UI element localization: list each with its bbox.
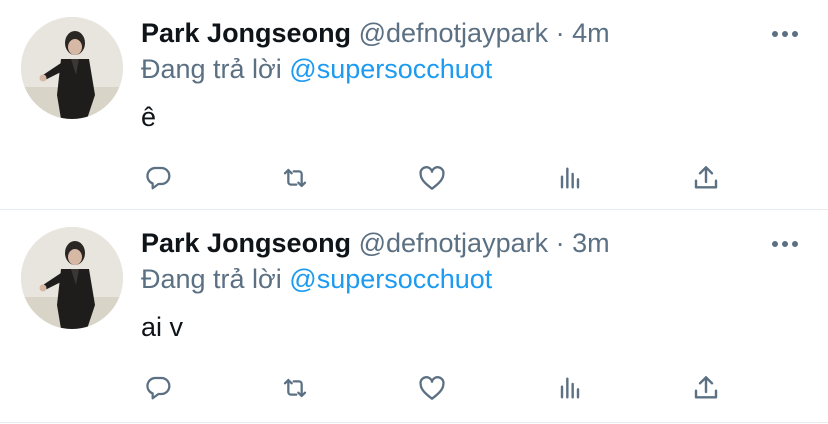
retweet-button[interactable]: [277, 160, 313, 196]
replying-to-line: Đang trả lời @supersocchuot: [141, 52, 492, 86]
more-horizontal-icon[interactable]: [772, 31, 798, 37]
tweet-text: ê: [141, 102, 157, 132]
analytics-bars-icon: [560, 167, 580, 189]
share-button[interactable]: [688, 370, 724, 406]
avatar-photo: [21, 227, 123, 329]
replying-label: Đang trả lời: [141, 54, 282, 84]
heart-icon: [419, 166, 445, 190]
avatar-photo: [21, 17, 123, 119]
replying-label: Đang trả lời: [141, 264, 282, 294]
tweet-actions: [0, 160, 828, 200]
display-name[interactable]: Park Jongseong: [141, 18, 351, 48]
reply-button[interactable]: [140, 160, 176, 196]
retweet-icon: [283, 168, 307, 188]
heart-icon: [419, 376, 445, 400]
retweet-button[interactable]: [277, 370, 313, 406]
more-horizontal-icon[interactable]: [772, 241, 798, 247]
mention-link[interactable]: @supersocchuot: [289, 54, 492, 84]
share-button[interactable]: [688, 160, 724, 196]
share-upload-icon: [694, 376, 718, 399]
tweet-actions: [0, 370, 828, 410]
reply-button[interactable]: [140, 370, 176, 406]
tweet[interactable]: Park Jongseong @defnotjaypark · 3m Đang …: [0, 210, 828, 423]
username-handle[interactable]: @defnotjaypark: [359, 18, 549, 48]
separator-dot: ·: [555, 228, 565, 258]
tweet-text: ai v: [141, 312, 184, 342]
replying-to-line: Đang trả lời @supersocchuot: [141, 262, 492, 296]
reply-bubble-icon: [146, 166, 171, 190]
share-upload-icon: [694, 166, 718, 189]
like-button[interactable]: [414, 370, 450, 406]
analytics-button[interactable]: [552, 370, 588, 406]
avatar[interactable]: [21, 17, 123, 119]
username-handle[interactable]: @defnotjaypark: [359, 228, 549, 258]
avatar[interactable]: [21, 227, 123, 329]
tweet-header: Park Jongseong @defnotjaypark · 4m: [141, 16, 610, 50]
tweet[interactable]: Park Jongseong @defnotjaypark · 4m Đang …: [0, 0, 828, 210]
analytics-bars-icon: [560, 377, 580, 399]
timestamp[interactable]: 4m: [572, 18, 610, 48]
tweet-header: Park Jongseong @defnotjaypark · 3m: [141, 226, 610, 260]
analytics-button[interactable]: [552, 160, 588, 196]
retweet-icon: [283, 378, 307, 398]
separator-dot: ·: [555, 18, 565, 48]
display-name[interactable]: Park Jongseong: [141, 228, 351, 258]
timestamp[interactable]: 3m: [572, 228, 610, 258]
reply-bubble-icon: [146, 376, 171, 400]
like-button[interactable]: [414, 160, 450, 196]
mention-link[interactable]: @supersocchuot: [289, 264, 492, 294]
